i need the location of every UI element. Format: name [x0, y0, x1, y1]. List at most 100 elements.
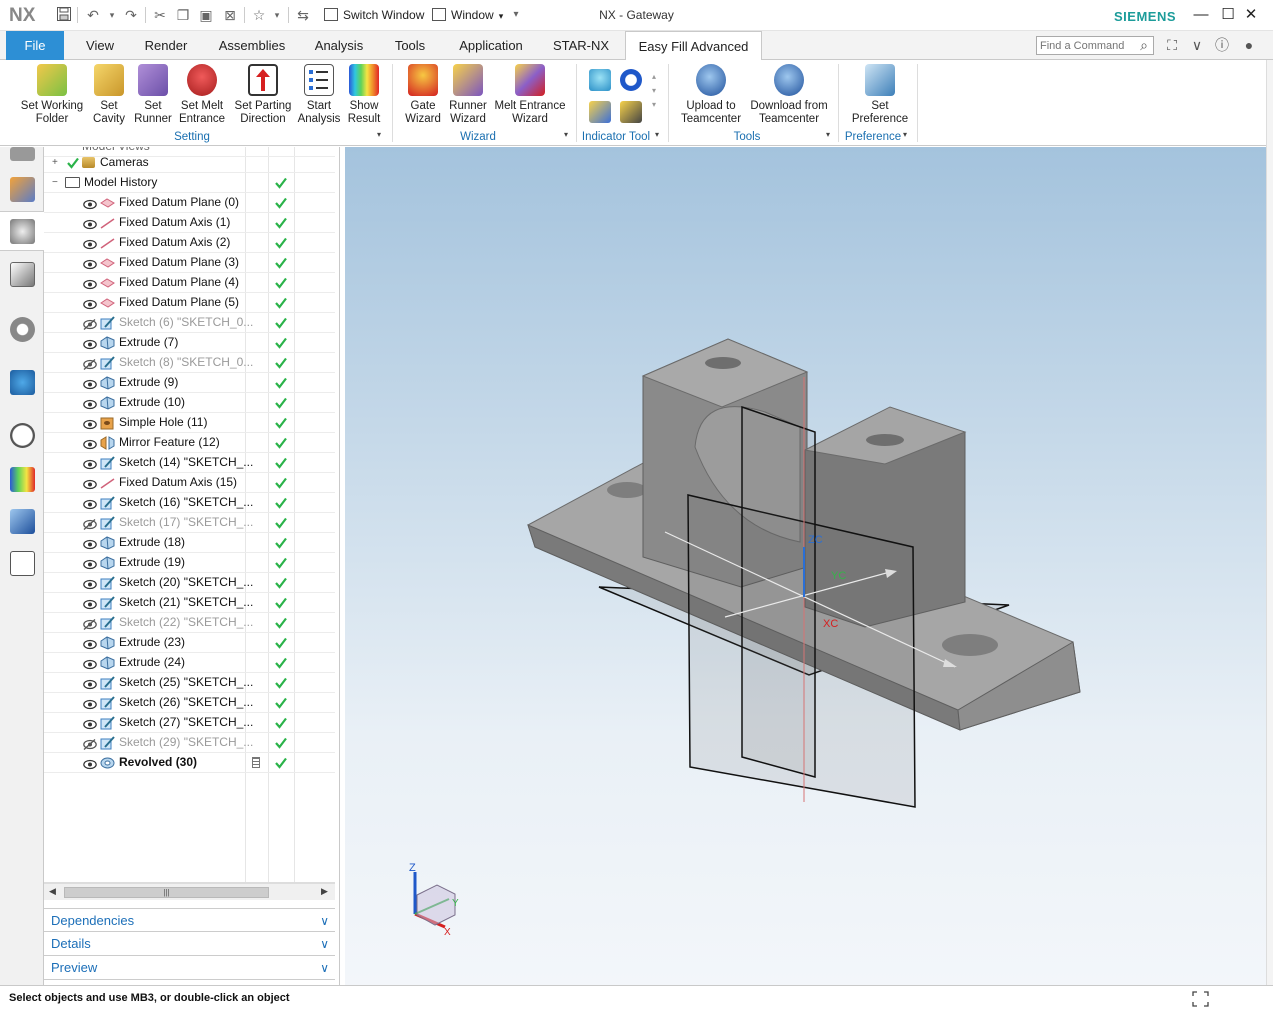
tree-node-feature[interactable]: Extrude (24) [44, 653, 335, 673]
tree-node-feature[interactable]: Extrude (9) [44, 373, 335, 393]
hidden-eye-icon[interactable] [83, 617, 97, 630]
tree-node-feature[interactable]: Sketch (22) "SKETCH_... [44, 613, 335, 633]
tree-node-feature[interactable]: Sketch (29) "SKETCH_... [44, 733, 335, 753]
tab-file[interactable]: File [6, 31, 64, 60]
scroll-thumb[interactable]: ||| [64, 887, 269, 898]
tree-node-feature[interactable]: Sketch (17) "SKETCH_... [44, 513, 335, 533]
settings-dot-icon[interactable]: ● [1240, 36, 1258, 54]
tree-node-feature[interactable]: Fixed Datum Axis (1) [44, 213, 335, 233]
tree-node-cameras[interactable]: + Cameras [44, 153, 335, 173]
visibility-eye-icon[interactable] [83, 377, 97, 390]
tree-node-feature[interactable]: Extrude (7) [44, 333, 335, 353]
hidden-eye-icon[interactable] [83, 737, 97, 750]
visibility-eye-icon[interactable] [83, 217, 97, 230]
download-teamcenter-button[interactable]: Download from Teamcenter [746, 64, 832, 126]
panel-details[interactable]: Details ∨ [44, 932, 335, 956]
undo-icon[interactable]: ↶ [84, 6, 102, 24]
favorite-dropdown-icon[interactable]: ▾ [268, 6, 286, 24]
visibility-eye-icon[interactable] [83, 477, 97, 490]
tree-node-feature[interactable]: Fixed Datum Axis (15) [44, 473, 335, 493]
maximize-button[interactable]: ☐ [1218, 5, 1238, 25]
gallery-scroll-icon[interactable]: ▴ ▾ ▾ [652, 70, 656, 112]
tree-node-model-history[interactable]: − Model History [44, 173, 335, 193]
expand-icon[interactable]: + [52, 153, 58, 172]
visibility-eye-icon[interactable] [83, 637, 97, 650]
set-melt-entrance-button[interactable]: Set Melt Entrance [176, 64, 228, 126]
tree-node-feature[interactable]: Sketch (20) "SKETCH_... [44, 573, 335, 593]
visibility-eye-icon[interactable] [83, 457, 97, 470]
tab-star-nx[interactable]: STAR-NX [546, 31, 616, 60]
tree-node-feature[interactable]: Extrude (10) [44, 393, 335, 413]
cut-icon[interactable]: ✂ [151, 6, 169, 24]
favorite-star-icon[interactable]: ☆ [250, 6, 268, 24]
tree-node-feature[interactable]: Sketch (26) "SKETCH_... [44, 693, 335, 713]
model-viewport[interactable]: ZC YC XC Z Y X [345, 147, 1266, 985]
indicator-time-icon[interactable] [620, 69, 642, 91]
indicator-fill-icon[interactable] [589, 69, 611, 91]
visibility-eye-icon[interactable] [83, 597, 97, 610]
melt-entrance-wizard-button[interactable]: Melt Entrance Wizard [492, 64, 568, 126]
delete-icon[interactable]: ⊠ [221, 6, 239, 24]
indicator-air-trap-icon[interactable] [620, 101, 642, 123]
analysis-tool-icon[interactable] [10, 509, 35, 534]
tree-node-feature[interactable]: Sketch (14) "SKETCH_... [44, 453, 335, 473]
roles-icon[interactable] [10, 551, 35, 576]
undo-dropdown-icon[interactable]: ▾ [103, 6, 121, 24]
visibility-eye-icon[interactable] [83, 197, 97, 210]
gate-wizard-button[interactable]: Gate Wizard [400, 64, 446, 126]
set-cavity-button[interactable]: Set Cavity [90, 64, 128, 126]
full-screen-icon[interactable]: ⛶ [1163, 36, 1181, 54]
tab-render[interactable]: Render [136, 31, 196, 60]
visibility-eye-icon[interactable] [83, 337, 97, 350]
set-parting-direction-button[interactable]: Set Parting Direction [232, 64, 294, 126]
tree-node-feature[interactable]: Fixed Datum Plane (0) [44, 193, 335, 213]
tree-node-feature[interactable]: Sketch (25) "SKETCH_... [44, 673, 335, 693]
visibility-eye-icon[interactable] [83, 297, 97, 310]
visibility-eye-icon[interactable] [83, 697, 97, 710]
scroll-left-icon[interactable]: ◀ [49, 886, 56, 897]
search-icon[interactable]: ⌕ [1135, 36, 1153, 54]
visibility-eye-icon[interactable] [83, 757, 97, 770]
palette-icon[interactable] [10, 467, 35, 492]
tab-analysis[interactable]: Analysis [306, 31, 372, 60]
tree-node-feature[interactable]: Extrude (19) [44, 553, 335, 573]
graphics-window[interactable]: ZC YC XC Z Y X [345, 147, 1266, 985]
visibility-eye-icon[interactable] [83, 717, 97, 730]
preference-dropdown-icon[interactable]: ▾ [903, 130, 907, 139]
ribbon-options-chevron-icon[interactable]: ∨ [1188, 36, 1206, 54]
tree-node-feature[interactable]: Fixed Datum Plane (3) [44, 253, 335, 273]
history-icon[interactable] [10, 423, 35, 448]
visibility-eye-icon[interactable] [83, 537, 97, 550]
tools-dropdown-icon[interactable]: ▾ [826, 130, 830, 139]
visibility-eye-icon[interactable] [83, 237, 97, 250]
tree-node-feature[interactable]: Fixed Datum Plane (4) [44, 273, 335, 293]
switch-window-button[interactable]: Switch Window [324, 5, 424, 25]
tree-node-feature[interactable]: Revolved (30) [44, 753, 335, 773]
tab-tools[interactable]: Tools [384, 31, 436, 60]
tree-node-feature[interactable]: Fixed Datum Axis (2) [44, 233, 335, 253]
constraint-navigator-icon[interactable] [10, 177, 35, 202]
window-menu-button[interactable]: Window ▾ [432, 5, 503, 25]
visibility-eye-icon[interactable] [83, 577, 97, 590]
upload-teamcenter-button[interactable]: Upload to Teamcenter [678, 64, 744, 126]
view-triad[interactable]: Z Y X [409, 862, 459, 938]
save-icon[interactable] [55, 6, 73, 24]
tree-node-feature[interactable]: Extrude (23) [44, 633, 335, 653]
visibility-eye-icon[interactable] [83, 397, 97, 410]
visibility-eye-icon[interactable] [83, 257, 97, 270]
tree-node-feature[interactable]: Sketch (8) "SKETCH_0... [44, 353, 335, 373]
indicator-dropdown-icon[interactable]: ▾ [655, 130, 659, 139]
start-analysis-button[interactable]: Start Analysis [297, 64, 341, 126]
help-icon[interactable]: ⓘ [1213, 36, 1231, 54]
part-navigator-icon[interactable] [10, 219, 35, 244]
tree-node-feature[interactable]: Mirror Feature (12) [44, 433, 335, 453]
hidden-eye-icon[interactable] [83, 357, 97, 370]
set-working-folder-button[interactable]: Set Working Folder [16, 64, 88, 126]
tree-node-feature[interactable]: Simple Hole (11) [44, 413, 335, 433]
tree-node-feature[interactable]: Fixed Datum Plane (5) [44, 293, 335, 313]
tree-node-feature[interactable]: Sketch (27) "SKETCH_... [44, 713, 335, 733]
show-result-dropdown-icon[interactable]: ▾ [377, 130, 381, 139]
visibility-eye-icon[interactable] [83, 417, 97, 430]
scroll-right-icon[interactable]: ▶ [321, 886, 328, 897]
assembly-navigator-icon[interactable] [10, 147, 35, 161]
